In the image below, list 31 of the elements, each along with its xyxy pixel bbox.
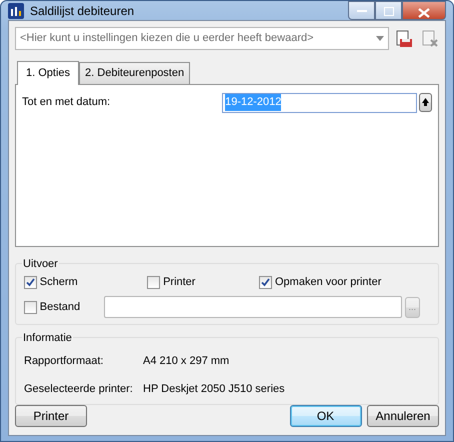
checkbox[interactable] [259, 276, 272, 289]
settings-combo[interactable]: <Hier kunt u instellingen kiezen die u eerder heeft bewaard> [15, 27, 390, 50]
maximize-button[interactable] [375, 1, 402, 20]
save-settings-icon[interactable] [394, 30, 413, 48]
file-path-field[interactable] [104, 296, 402, 318]
dialog-button[interactable]: Printer [15, 404, 87, 426]
close-icon [418, 8, 430, 18]
dialog-button[interactable]: OK [290, 404, 362, 426]
info-value: HP Deskjet 2050 J510 series [143, 382, 285, 397]
tab[interactable]: 1. Opties [17, 61, 80, 84]
date-label: Tot en met datum: [22, 95, 112, 110]
delete-settings-icon[interactable] [421, 30, 439, 48]
dialog-button[interactable]: Annuleren [367, 404, 439, 426]
dropdown-arrow-icon [376, 36, 384, 41]
checkbox-label: Opmaken voor printer [275, 275, 382, 290]
close-button[interactable] [402, 1, 446, 20]
checkbox-label: Printer [163, 275, 196, 290]
checkbox[interactable] [24, 300, 37, 314]
up-arrow-icon [422, 98, 430, 106]
tab[interactable]: 2. Debiteurenposten [79, 62, 190, 84]
window-title: Saldilijst debiteuren [30, 2, 134, 20]
app-icon [8, 2, 24, 18]
checkbox-label: Scherm [40, 275, 78, 290]
info-label: Geselecteerde printer: [24, 382, 134, 397]
checkbox[interactable] [147, 276, 160, 289]
maximize-icon [384, 6, 394, 16]
checkbox[interactable] [24, 276, 37, 289]
info-label: Rapportformaat: [24, 354, 104, 368]
minimize-button[interactable] [348, 1, 375, 20]
checkbox-label: Bestand [40, 300, 80, 315]
info-value: A4 210 x 297 mm [143, 354, 230, 368]
